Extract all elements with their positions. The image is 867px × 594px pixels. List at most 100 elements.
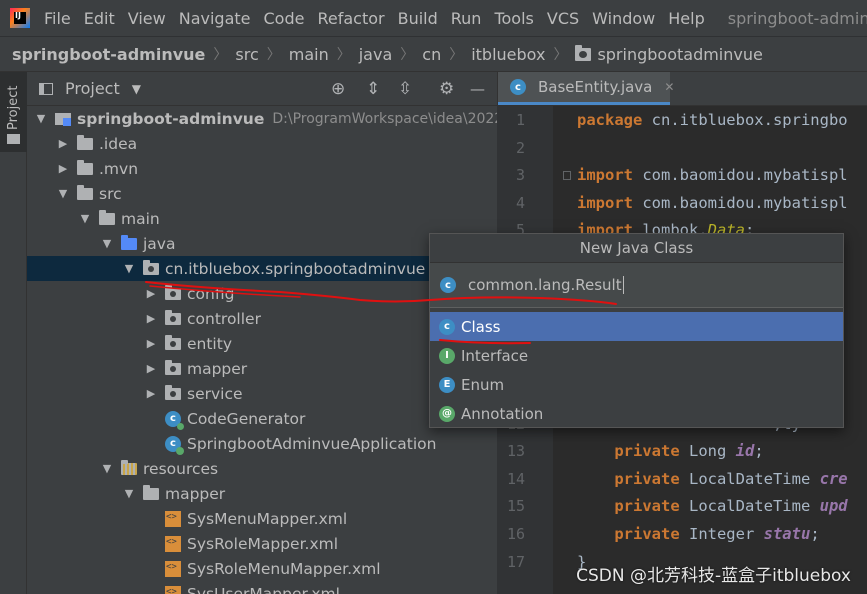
expanded-arrow-icon[interactable]: ▼ bbox=[123, 262, 135, 275]
code-line[interactable]: import com.baomidou.mybatispl bbox=[577, 194, 848, 212]
tree-row[interactable]: ▶ config bbox=[27, 281, 497, 306]
code-token: ; bbox=[754, 442, 764, 461]
tree-row[interactable]: ▼ src bbox=[27, 181, 497, 206]
collapse-all-icon[interactable]: ⇳ bbox=[398, 80, 412, 98]
tree-row[interactable]: ▼ mapper bbox=[27, 481, 497, 506]
code-line[interactable]: package cn.itbluebox.springbo bbox=[577, 111, 848, 129]
tree-row[interactable]: ▶ .mvn bbox=[27, 156, 497, 181]
tree-row[interactable]: ▼ resources bbox=[27, 456, 497, 481]
tree-node-label: controller bbox=[187, 309, 261, 328]
menu-window[interactable]: Window bbox=[592, 9, 655, 28]
tree-row[interactable]: ▼ cn.itbluebox.springbootadminvue bbox=[27, 256, 497, 281]
menu-navigate[interactable]: Navigate bbox=[179, 9, 251, 28]
breadcrumb-separator: 〉 bbox=[336, 47, 351, 63]
interface-kind-icon: I bbox=[439, 347, 455, 364]
menu-build[interactable]: Build bbox=[398, 9, 438, 28]
collapsed-arrow-icon[interactable]: ▶ bbox=[145, 312, 157, 325]
line-number: 17 bbox=[506, 552, 525, 571]
class-name-input-value[interactable]: common.lang.Result bbox=[468, 276, 622, 294]
menu-file[interactable]: File bbox=[44, 9, 71, 28]
locate-file-icon[interactable]: ⊕ bbox=[331, 80, 345, 98]
tree-row[interactable]: ▶ controller bbox=[27, 306, 497, 331]
collapsed-arrow-icon[interactable]: ▶ bbox=[145, 362, 157, 375]
tree-row[interactable]: c CodeGenerator bbox=[27, 406, 497, 431]
tree-row[interactable]: SysMenuMapper.xml bbox=[27, 506, 497, 531]
breadcrumb-item[interactable]: springboot-adminvue bbox=[12, 45, 205, 64]
code-line[interactable]: private LocalDateTime upd bbox=[577, 497, 847, 515]
tree-row[interactable]: ▼ main bbox=[27, 206, 497, 231]
tree-row[interactable]: ▼ java bbox=[27, 231, 497, 256]
menu-tools[interactable]: Tools bbox=[494, 9, 533, 28]
code-line[interactable]: import com.baomidou.mybatispl bbox=[577, 166, 848, 184]
chevron-down-icon[interactable]: ▼ bbox=[132, 82, 141, 96]
tree-row[interactable]: c SpringbootAdminvueApplication bbox=[27, 431, 497, 456]
expanded-arrow-icon[interactable]: ▼ bbox=[79, 212, 91, 225]
project-tree[interactable]: ▼ springboot-adminvue D:\ProgramWorkspace\… bbox=[27, 106, 497, 594]
kind-option-enum[interactable]: E Enum bbox=[430, 370, 843, 399]
package-icon bbox=[143, 259, 159, 275]
expand-all-icon[interactable]: ⇕ bbox=[366, 80, 380, 98]
xml-file-icon bbox=[165, 510, 181, 527]
expanded-arrow-icon[interactable]: ▼ bbox=[35, 112, 47, 125]
menu-vcs[interactable]: VCS bbox=[547, 9, 579, 28]
tree-node-label: SysMenuMapper.xml bbox=[187, 509, 348, 528]
folder-icon bbox=[77, 184, 93, 200]
breadcrumb-item[interactable]: main bbox=[289, 45, 329, 64]
menu-code[interactable]: Code bbox=[264, 9, 305, 28]
breadcrumb-separator: 〉 bbox=[449, 47, 464, 63]
tree-node-path: D:\ProgramWorkspace\idea\2022 bbox=[272, 110, 497, 127]
collapsed-arrow-icon[interactable]: ▶ bbox=[57, 137, 69, 150]
class-icon: c bbox=[165, 410, 184, 430]
breadcrumb-item[interactable]: src bbox=[235, 45, 258, 64]
tree-row[interactable]: ▼ springboot-adminvue D:\ProgramWorkspace\… bbox=[27, 106, 497, 131]
menu-view[interactable]: View bbox=[128, 9, 166, 28]
menu-run[interactable]: Run bbox=[451, 9, 482, 28]
breadcrumb-item[interactable]: itbluebox bbox=[471, 45, 545, 64]
breadcrumb-separator: 〉 bbox=[213, 47, 228, 63]
line-number: 1 bbox=[515, 111, 525, 129]
code-line[interactable]: private Long id; bbox=[577, 442, 764, 461]
kind-option-class[interactable]: c Class bbox=[430, 312, 843, 341]
collapsed-arrow-icon[interactable]: ▶ bbox=[145, 287, 157, 300]
expanded-arrow-icon[interactable]: ▼ bbox=[101, 237, 113, 250]
gear-icon[interactable]: ⚙ bbox=[439, 80, 454, 98]
menu-edit[interactable]: Edit bbox=[84, 9, 115, 28]
breadcrumb-item[interactable]: cn bbox=[422, 45, 441, 64]
tree-row[interactable]: SysRoleMenuMapper.xml bbox=[27, 556, 497, 581]
tree-node-label: SysRoleMenuMapper.xml bbox=[187, 559, 381, 578]
package-icon bbox=[575, 44, 592, 61]
class-name-input[interactable]: c common.lang.Result bbox=[430, 263, 843, 308]
tree-node-label: src bbox=[99, 184, 122, 203]
expanded-arrow-icon[interactable]: ▼ bbox=[57, 187, 69, 200]
breadcrumb-item[interactable]: java bbox=[359, 45, 393, 64]
collapsed-arrow-icon[interactable]: ▶ bbox=[145, 337, 157, 350]
code-line[interactable]: private Integer statu; bbox=[577, 525, 819, 543]
collapsed-arrow-icon[interactable]: ▶ bbox=[57, 162, 69, 175]
tree-row[interactable]: SysRoleMapper.xml bbox=[27, 531, 497, 556]
project-tool-tab-label[interactable]: Project bbox=[6, 80, 21, 130]
menu-help[interactable]: Help bbox=[668, 9, 704, 28]
hide-panel-icon[interactable]: — bbox=[470, 80, 485, 98]
breadcrumb-item[interactable]: springbootadminvue bbox=[575, 44, 763, 64]
collapsed-arrow-icon[interactable]: ▶ bbox=[145, 387, 157, 400]
package-icon bbox=[165, 284, 181, 300]
breadcrumb-label: main bbox=[288, 44, 329, 64]
code-line[interactable]: private LocalDateTime cre bbox=[577, 470, 847, 488]
fold-marker-icon[interactable] bbox=[563, 171, 571, 180]
project-view-selector[interactable]: Project bbox=[65, 79, 120, 98]
tree-row[interactable]: SysUserMapper.xml bbox=[27, 581, 497, 594]
editor-tab-baseentity[interactable]: c BaseEntity.java ✕ bbox=[498, 72, 674, 105]
tree-row[interactable]: ▶ service bbox=[27, 381, 497, 406]
breadcrumb-label: java bbox=[358, 44, 393, 64]
tree-row[interactable]: ▶ .idea bbox=[27, 131, 497, 156]
line-number: 14 bbox=[506, 469, 525, 488]
tree-node-label: mapper bbox=[165, 484, 226, 503]
kind-option-interface[interactable]: I Interface bbox=[430, 341, 843, 370]
kind-option-annotation[interactable]: @ Annotation bbox=[430, 399, 843, 428]
menu-refactor[interactable]: Refactor bbox=[317, 9, 384, 28]
tree-row[interactable]: ▶ mapper bbox=[27, 356, 497, 381]
close-icon[interactable]: ✕ bbox=[664, 80, 674, 94]
tree-row[interactable]: ▶ entity bbox=[27, 331, 497, 356]
expanded-arrow-icon[interactable]: ▼ bbox=[101, 462, 113, 475]
expanded-arrow-icon[interactable]: ▼ bbox=[123, 487, 135, 500]
